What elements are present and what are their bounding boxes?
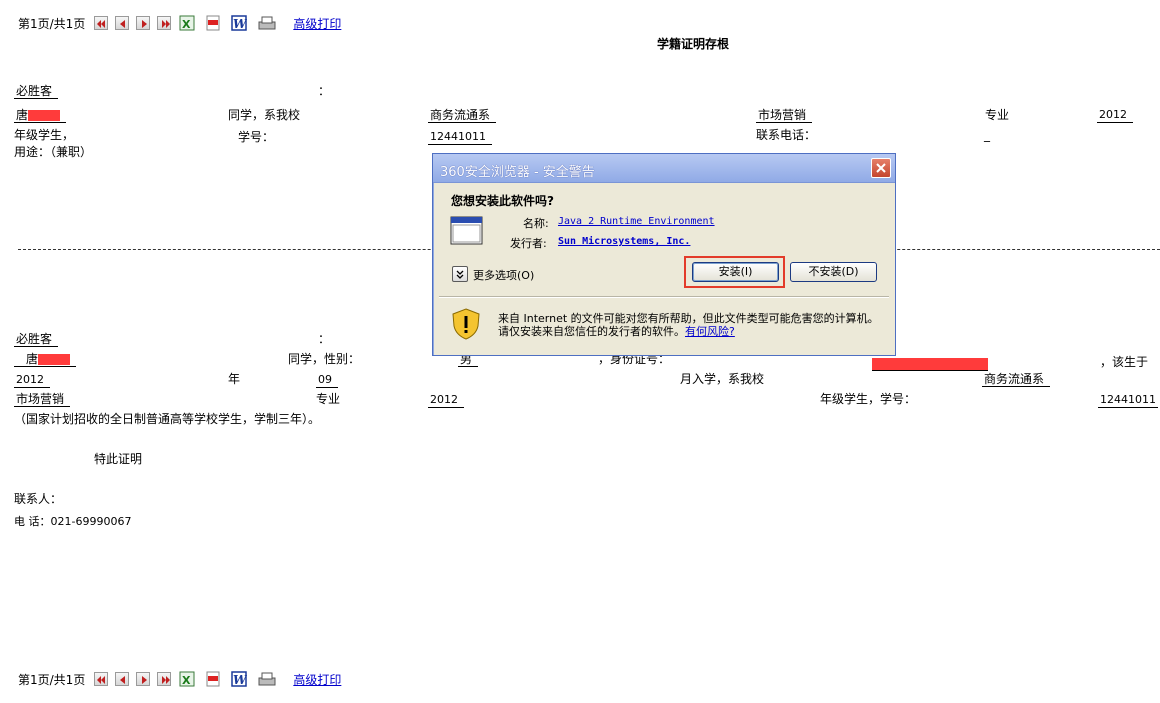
- cert-month: 09: [316, 373, 338, 388]
- last-page-icon[interactable]: [157, 16, 172, 30]
- cert-certify: 特此证明: [94, 452, 143, 466]
- word-icon[interactable]: W: [231, 15, 248, 31]
- cert-major-label: 专业: [316, 392, 341, 406]
- more-options-label[interactable]: 更多选项(O): [473, 267, 534, 283]
- stub-year: 2012: [1097, 108, 1133, 123]
- stub-grade-student: 年级学生，: [14, 128, 75, 142]
- dialog-title: 360安全浏览器 - 安全警告: [440, 165, 595, 180]
- name-label: 名称:: [523, 217, 549, 230]
- document-title: 学籍证明存根: [657, 37, 730, 51]
- advanced-print-link[interactable]: 高级打印: [293, 15, 341, 32]
- cert-year: 2012: [14, 373, 50, 388]
- cert-year-label: 年: [228, 372, 241, 386]
- print-icon[interactable]: [257, 671, 277, 687]
- next-page-icon[interactable]: [136, 672, 151, 686]
- stub-phone-label: 联系电话：: [756, 128, 817, 142]
- install-button-highlight: [684, 256, 785, 288]
- print-icon[interactable]: [257, 15, 277, 31]
- stub-dept: 商务流通系: [428, 108, 497, 123]
- word-icon[interactable]: W: [231, 671, 248, 687]
- cert-enroll: 月入学，系我校: [680, 372, 765, 386]
- stub-student-no-label: 学号：: [238, 130, 275, 144]
- application-window-icon: [450, 216, 483, 246]
- page-info: 第1页/共1页: [18, 16, 86, 31]
- top-toolbar: 第1页/共1页 X W 高级打印: [18, 13, 341, 33]
- pdf-icon[interactable]: [205, 671, 221, 687]
- dont-install-button[interactable]: 不安装(D): [790, 262, 877, 282]
- cert-id-number: [872, 356, 988, 371]
- pdf-icon[interactable]: [205, 15, 221, 31]
- close-icon[interactable]: [871, 158, 891, 178]
- warning-shield-icon: [452, 308, 480, 340]
- cert-major: 市场营销: [14, 392, 71, 407]
- cert-contact: 联系人：: [14, 492, 63, 506]
- cert-dept: 商务流通系: [982, 372, 1051, 387]
- warning-message: 来自 Internet 的文件可能对您有所帮助，但此文件类型可能危害您的计算机。…: [498, 312, 883, 338]
- cert-company: 必胜客: [14, 332, 59, 347]
- stub-name: 唐: [14, 108, 67, 123]
- dialog-title-bar[interactable]: 360安全浏览器 - 安全警告: [433, 154, 895, 183]
- redaction-mark: [38, 354, 71, 365]
- stub-major-label: 专业: [985, 108, 1010, 122]
- cert-tel: 电 话：021-69990067: [14, 515, 132, 528]
- publisher-label: 发行者:: [510, 237, 547, 250]
- bottom-toolbar: 第1页/共1页 X W 高级打印: [18, 669, 341, 689]
- first-page-icon[interactable]: [94, 16, 109, 30]
- excel-icon[interactable]: X: [179, 671, 195, 687]
- stub-name-prefix: 唐: [16, 108, 29, 122]
- svg-text:X: X: [182, 18, 191, 31]
- svg-text:W: W: [233, 17, 247, 31]
- stub-student-no: 12441011: [428, 130, 492, 145]
- software-name-link[interactable]: Java 2 Runtime Environment: [558, 216, 715, 227]
- svg-text:X: X: [182, 674, 191, 687]
- stub-company: 必胜客: [14, 84, 59, 99]
- last-page-icon[interactable]: [157, 672, 172, 686]
- dialog-separator: [439, 296, 889, 298]
- cert-classmate-gender: 同学，性别：: [288, 352, 361, 366]
- first-page-icon[interactable]: [94, 672, 109, 686]
- advanced-print-link[interactable]: 高级打印: [293, 671, 341, 688]
- cert-name-prefix: 唐: [26, 352, 39, 366]
- stub-classmate-school: 同学，系我校: [228, 108, 301, 122]
- publisher-link[interactable]: Sun Microsystems, Inc.: [558, 236, 690, 247]
- risk-link[interactable]: 有何风险?: [685, 325, 735, 338]
- cert-born-at: ，该生于: [1100, 355, 1149, 369]
- svg-text:W: W: [233, 673, 247, 687]
- cert-grade-year: 2012: [428, 393, 464, 408]
- cert-student-no: 12441011: [1098, 393, 1158, 408]
- prev-page-icon[interactable]: [115, 16, 130, 30]
- dialog-question: 您想安装此软件吗?: [451, 194, 554, 208]
- cert-name: 唐: [14, 352, 77, 367]
- excel-icon[interactable]: X: [179, 15, 195, 31]
- prev-page-icon[interactable]: [115, 672, 130, 686]
- cert-note: （国家计划招收的全日制普通高等学校学生，学制三年）。: [14, 412, 321, 426]
- redaction-mark: [872, 357, 988, 370]
- cert-grade-student-no: 年级学生，学号：: [820, 392, 917, 406]
- stub-major: 市场营销: [756, 108, 813, 123]
- security-warning-dialog: 360安全浏览器 - 安全警告 您想安装此软件吗? 名称: Java 2 Run…: [432, 153, 896, 356]
- more-options-toggle[interactable]: [452, 266, 468, 282]
- stub-purpose: 用途：（兼职）: [14, 145, 93, 159]
- stub-phone-value: _: [984, 128, 990, 142]
- stub-colon: ：: [318, 84, 331, 98]
- redaction-mark: [28, 110, 61, 121]
- next-page-icon[interactable]: [136, 16, 151, 30]
- cert-colon: ：: [318, 332, 331, 346]
- page-info: 第1页/共1页: [18, 672, 86, 687]
